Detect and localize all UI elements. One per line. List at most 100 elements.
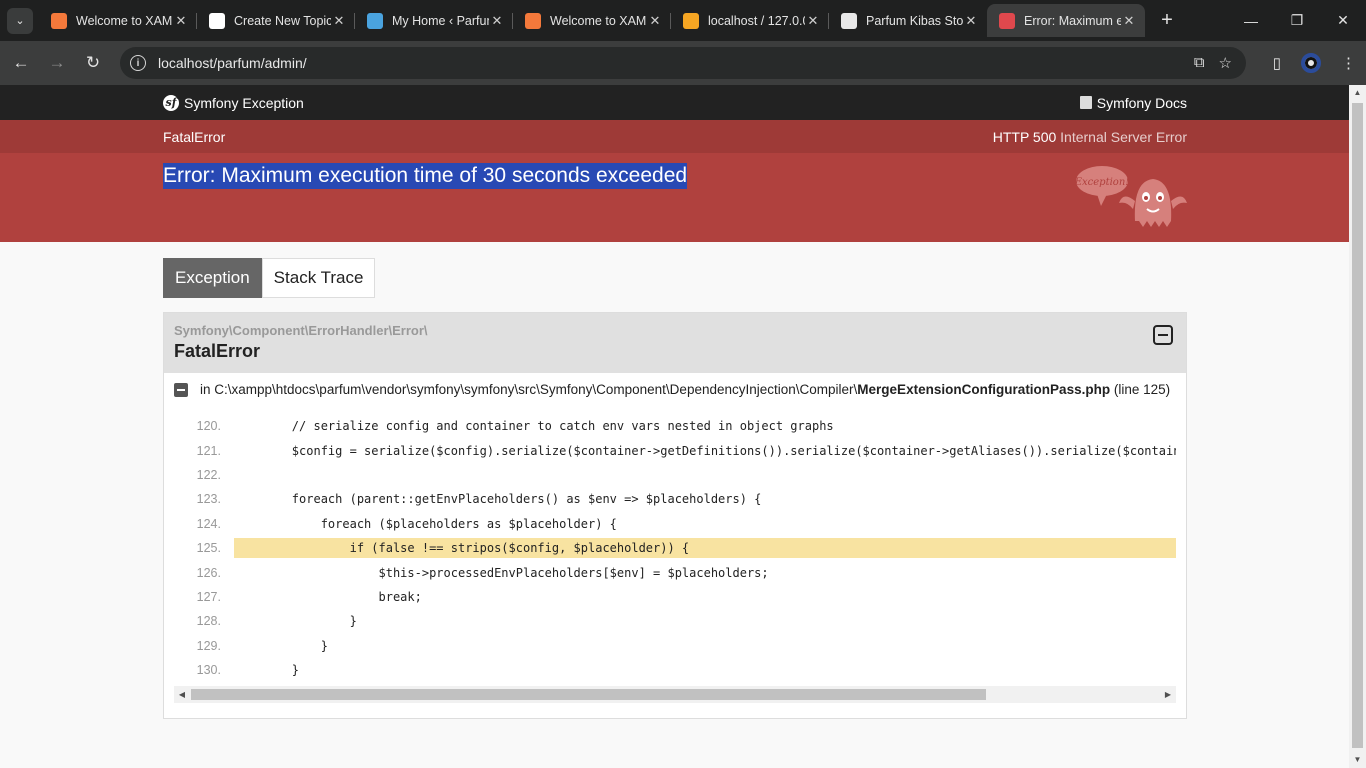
forum-icon [209, 12, 225, 29]
line-source: // serialize config and container to cat… [234, 419, 834, 434]
exception-message-container: Error: Maximum execution time of 30 seco… [163, 153, 1187, 242]
line-number: 120. [196, 419, 221, 434]
browser-toolbar: ← → ↻ i localhost/parfum/admin/ ⧉ ☆ ▯ ⋮ [0, 41, 1366, 85]
browser-tab[interactable]: Error: Maximum execution time✕ [987, 4, 1145, 37]
trace-location[interactable]: in C:\xampp\htdocs\parfum\vendor\symfony… [164, 373, 1186, 406]
phpmyadmin-icon [683, 12, 699, 29]
url-text[interactable]: localhost/parfum/admin/ [158, 55, 307, 71]
http-code: HTTP 500 [992, 128, 1057, 145]
http-status-text: Internal Server Error [1060, 128, 1187, 145]
tab-title: localhost / 127.0.0.1 [708, 13, 805, 28]
line-number: 125. [196, 541, 221, 556]
trace-header[interactable]: Symfony\Component\ErrorHandler\Error\ Fa… [164, 313, 1186, 373]
symfony-header: sf Symfony Exception Symfony Docs [0, 85, 1349, 120]
line-number: 126. [196, 565, 221, 580]
line-number: 129. [196, 638, 221, 653]
tab-close-icon[interactable]: ✕ [647, 13, 663, 29]
browser-tab[interactable]: Create New Topic ✕ [197, 4, 355, 37]
code-line: 125. if (false !== stripos($config, $pla… [174, 536, 1176, 560]
exception-ghost-icon: Exception! [1075, 166, 1187, 227]
tab-strip: Welcome to XAMPP✕Create New Topic✕My Hom… [39, 0, 1145, 41]
restore-button[interactable]: ❐ [1274, 0, 1320, 41]
xampp-icon [51, 12, 67, 29]
tab-search-button[interactable]: ⌄ [7, 7, 33, 34]
docs-label[interactable]: Symfony Docs [1097, 95, 1187, 111]
scroll-right-icon[interactable]: ▶ [1160, 686, 1176, 703]
code-line: 126. $this->processedEnvPlaceholders[$en… [174, 560, 1176, 584]
collapse-trace-button[interactable] [1153, 325, 1173, 345]
trace-namespace: Symfony\Component\ErrorHandler\Error\ [174, 323, 428, 338]
tab-close-icon[interactable]: ✕ [805, 13, 821, 29]
scrollbar-thumb[interactable] [191, 689, 986, 701]
tab-exception[interactable]: Exception [163, 258, 262, 298]
reload-icon: ↻ [85, 53, 101, 72]
line-number: 122. [196, 467, 221, 482]
tab-close-icon[interactable]: ✕ [1121, 13, 1137, 29]
translate-icon[interactable]: ⧉ [1194, 54, 1205, 72]
tab-close-icon[interactable]: ✕ [489, 13, 505, 29]
error-class-label: FatalError [163, 128, 226, 145]
page-content: sf Symfony Exception Symfony Docs FatalE… [0, 85, 1349, 768]
code-line: 121. $config = serialize($config).serial… [174, 438, 1176, 462]
line-source: break; [234, 589, 422, 604]
scroll-left-icon[interactable]: ◀ [174, 686, 190, 703]
scroll-down-icon[interactable]: ▼ [1349, 752, 1366, 768]
reload-button[interactable]: ↻ [78, 48, 108, 78]
line-source: } [234, 614, 357, 629]
code-excerpt: 120. // serialize config and container t… [174, 414, 1176, 682]
tab-close-icon[interactable]: ✕ [963, 13, 979, 29]
code-horizontal-scrollbar[interactable]: ◀ ▶ [174, 686, 1176, 704]
tab-title: My Home ‹ Parfum [392, 13, 489, 28]
line-source: } [234, 663, 300, 678]
back-button[interactable]: ← [6, 48, 36, 78]
http-status: HTTP 500 Internal Server Error [993, 129, 1187, 145]
browser-tab[interactable]: Parfum Kibas Store✕ [829, 4, 987, 37]
symfony-ghost-icon [999, 12, 1015, 29]
ghost-speech-text: Exception! [1075, 177, 1129, 188]
new-tab-button[interactable]: + [1153, 7, 1181, 35]
xampp-icon [525, 12, 541, 29]
browser-tab-bar: ⌄ Welcome to XAMPP✕Create New Topic✕My H… [0, 0, 1366, 41]
arrow-right-icon: → [48, 53, 66, 72]
arrow-left-icon: ← [12, 53, 30, 72]
line-source: foreach ($placeholders as $placeholder) … [234, 516, 617, 531]
exception-message: Error: Maximum execution time of 30 seco… [163, 163, 688, 189]
page-scrollbar-thumb[interactable] [1352, 103, 1363, 748]
minimize-button[interactable]: — [1228, 0, 1274, 41]
line-source: foreach (parent::getEnvPlaceholders() as… [234, 492, 762, 507]
bookmark-star-icon[interactable]: ☆ [1219, 54, 1232, 72]
side-panel-icon[interactable]: ▯ [1273, 54, 1281, 72]
tab-close-icon[interactable]: ✕ [173, 13, 189, 29]
symfony-docs-link[interactable]: Symfony Docs [1079, 95, 1187, 111]
address-bar[interactable]: i localhost/parfum/admin/ ⧉ ☆ [120, 47, 1246, 79]
page-vertical-scrollbar[interactable]: ▲ ▼ [1349, 85, 1366, 768]
line-number: 121. [196, 443, 221, 458]
line-number: 124. [196, 516, 221, 531]
tab-close-icon[interactable]: ✕ [331, 13, 347, 29]
restore-icon: ❐ [1290, 12, 1304, 28]
browser-tab[interactable]: Welcome to XAMPP✕ [39, 4, 197, 37]
site-info-icon[interactable]: i [130, 55, 146, 71]
scroll-up-icon[interactable]: ▲ [1349, 85, 1366, 101]
profile-avatar[interactable] [1301, 53, 1321, 73]
browser-tab[interactable]: My Home ‹ Parfum ✕ [355, 4, 513, 37]
code-line: 124. foreach ($placeholders as $placehol… [174, 512, 1176, 536]
tab-stack-trace[interactable]: Stack Trace [261, 258, 376, 298]
browser-tab[interactable]: localhost / 127.0.0.1✕ [671, 4, 829, 37]
tab-title: Error: Maximum execution time [1024, 13, 1121, 28]
exception-metadata: FatalError HTTP 500 Internal Server Erro… [0, 120, 1349, 153]
code-line: 120. // serialize config and container t… [174, 414, 1176, 438]
browser-tab[interactable]: Welcome to XAMPP✕ [513, 4, 671, 37]
symfony-logo-icon: sf [163, 94, 179, 111]
forward-button[interactable]: → [42, 48, 72, 78]
tab-title: Welcome to XAMPP [550, 13, 647, 28]
close-window-button[interactable]: ✕ [1320, 0, 1366, 41]
collapse-code-icon[interactable] [174, 382, 188, 397]
line-source: $config = serialize($config).serialize($… [234, 443, 1176, 458]
exception-tabs: Exception Stack Trace [163, 258, 1187, 298]
line-source: if (false !== stripos($config, $placehol… [234, 538, 1176, 559]
exception-summary: FatalError HTTP 500 Internal Server Erro… [0, 120, 1349, 242]
line-number: 123. [196, 492, 221, 507]
symfony-brand: Symfony Exception [184, 94, 304, 111]
menu-kebab-icon[interactable]: ⋮ [1341, 54, 1356, 72]
